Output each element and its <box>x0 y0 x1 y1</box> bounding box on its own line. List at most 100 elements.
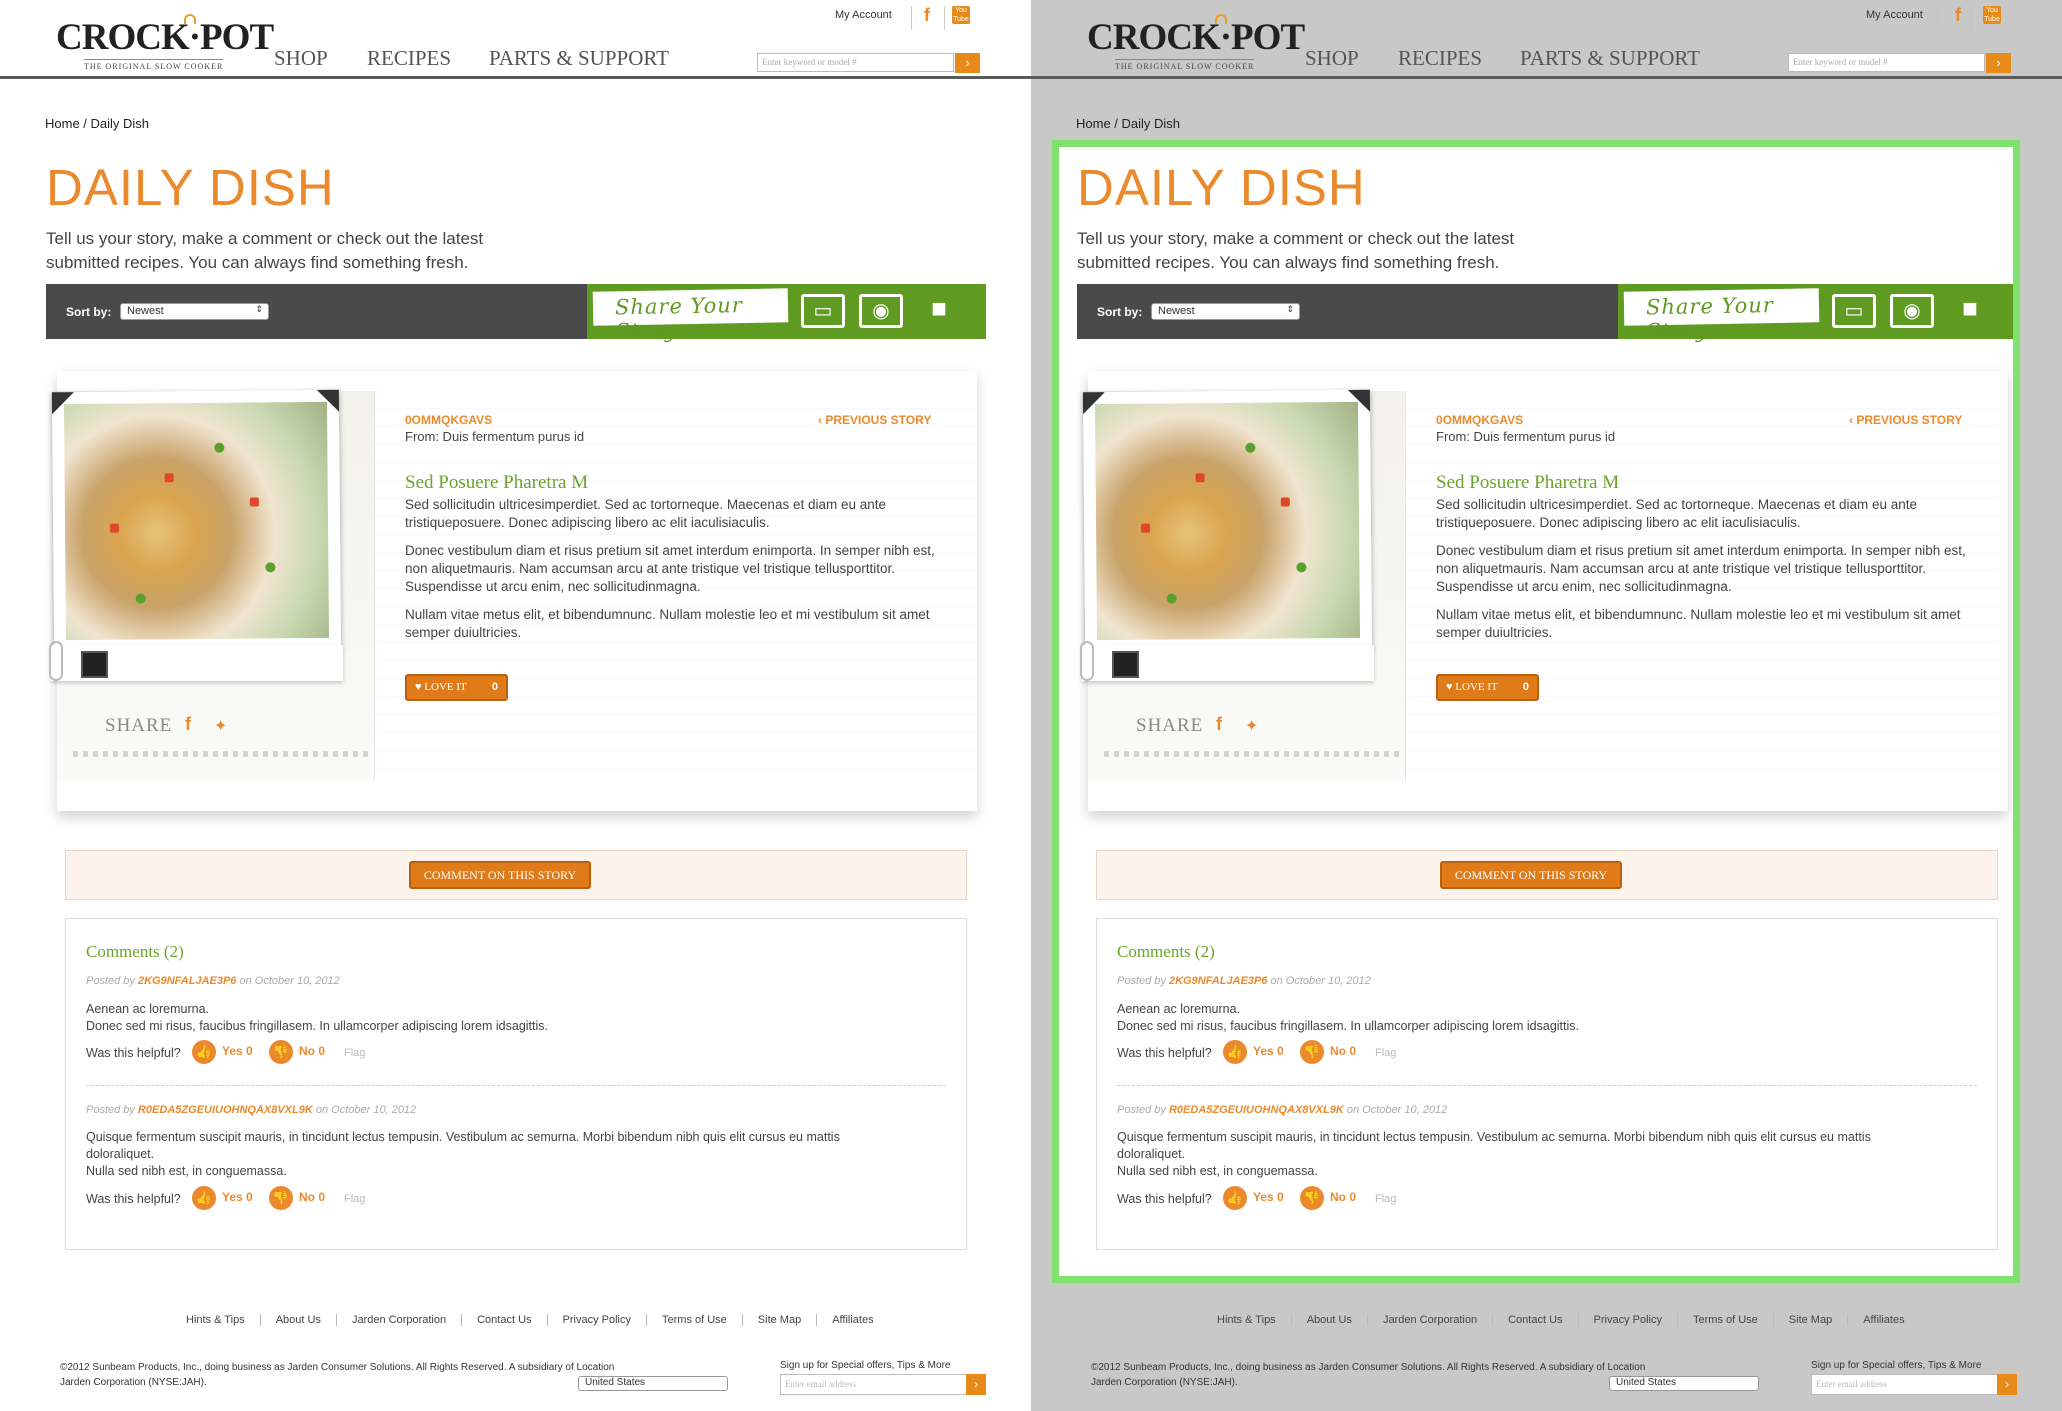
footer-link[interactable]: Hints & Tips <box>171 1314 260 1326</box>
camera-icon[interactable]: ◉ <box>859 294 903 328</box>
nav-shop[interactable]: SHOP <box>1305 46 1359 71</box>
flag-link[interactable]: Flag <box>1375 1193 1396 1205</box>
share-your-story-button[interactable]: Share Your Story <box>592 288 789 343</box>
footer-link[interactable]: Jarden Corporation <box>1366 1314 1492 1326</box>
footer-link[interactable]: Site Map <box>741 1314 816 1326</box>
thumbs-down-icon: 👎 <box>269 1186 293 1210</box>
helpful-yes-button[interactable]: 👍 Yes 0 <box>192 1040 253 1064</box>
footer-link[interactable]: Privacy Policy <box>1577 1314 1677 1326</box>
story-author[interactable]: 0OMMQKGAVS <box>405 413 492 427</box>
email-submit-button[interactable]: › <box>966 1374 986 1395</box>
photo-thumbnail[interactable] <box>1112 651 1139 678</box>
photo-thumbnail[interactable] <box>81 651 108 678</box>
breadcrumb[interactable]: Home / Daily Dish <box>45 116 149 131</box>
previous-story-link[interactable]: ‹ PREVIOUS STORY <box>818 413 931 427</box>
nav-parts-support[interactable]: PARTS & SUPPORT <box>489 46 669 71</box>
camera-icon[interactable]: ◉ <box>1890 294 1934 328</box>
nav-recipes[interactable]: RECIPES <box>367 46 451 71</box>
helpful-no-button[interactable]: 👎 No 0 <box>269 1040 325 1064</box>
helpful-yes-button[interactable]: 👍 Yes 0 <box>192 1186 253 1210</box>
youtube-icon[interactable]: You Tube <box>952 6 970 24</box>
sort-toolbar: Sort by: Newest ⇕ Share Your Story ▭ ◉ ■ <box>46 284 986 343</box>
comment-user[interactable]: R0EDA5ZGEUIUOHNQAX8VXL9K <box>138 1104 313 1116</box>
share-your-story-button[interactable]: Share Your Story <box>1623 288 1820 343</box>
comment-user[interactable]: R0EDA5ZGEUIUOHNQAX8VXL9K <box>1169 1104 1344 1116</box>
footer-link[interactable]: Site Map <box>1772 1314 1847 1326</box>
footer-link[interactable]: Privacy Policy <box>546 1314 646 1326</box>
love-label: LOVE IT <box>1455 681 1498 693</box>
footer-link[interactable]: Terms of Use <box>1677 1314 1773 1326</box>
photo-corner <box>1347 389 1371 412</box>
flag-link[interactable]: Flag <box>344 1193 365 1205</box>
email-submit-button[interactable]: › <box>1997 1374 2017 1395</box>
page-original: CROCK·POT THE ORIGINAL SLOW COOKER SHOP … <box>0 0 1031 1411</box>
facebook-icon[interactable]: f <box>918 5 936 25</box>
paperclip-icon <box>1080 641 1094 681</box>
nav-shop[interactable]: SHOP <box>274 46 328 71</box>
helpful-yes-button[interactable]: 👍 Yes 0 <box>1223 1186 1284 1210</box>
country-select[interactable]: United States <box>578 1376 728 1391</box>
story-from: From: Duis fermentum purus id <box>1436 429 1616 444</box>
country-select[interactable]: United States <box>1609 1376 1759 1391</box>
search-input[interactable]: Enter keyword or model # <box>757 53 954 72</box>
facebook-share-icon[interactable]: f <box>1216 714 1222 735</box>
crockpot-logo[interactable]: CROCK·POT THE ORIGINAL SLOW COOKER <box>1087 14 1305 72</box>
footer-link[interactable]: Affiliates <box>816 1314 888 1326</box>
footer-link[interactable]: Terms of Use <box>646 1314 742 1326</box>
comment-text: Nulla sed nibh est, in conguemassa. <box>86 1164 287 1178</box>
love-it-button[interactable]: ♥ LOVE IT 0 <box>405 674 508 701</box>
comment-user[interactable]: 2KG9NFALJAE3P6 <box>138 975 236 987</box>
twitter-share-icon[interactable]: ✦ <box>1245 716 1258 736</box>
book-icon[interactable]: ▭ <box>801 294 845 328</box>
video-camera-icon[interactable]: ■ <box>1948 294 1992 328</box>
footer-link[interactable]: About Us <box>1290 1314 1367 1326</box>
helpful-label: Was this helpful? <box>86 1192 181 1206</box>
helpful-no-button[interactable]: 👎 No 0 <box>1300 1186 1356 1210</box>
helpful-no-button[interactable]: 👎 No 0 <box>269 1186 325 1210</box>
twitter-share-icon[interactable]: ✦ <box>214 716 227 736</box>
footer-link[interactable]: Affiliates <box>1847 1314 1919 1326</box>
flag-link[interactable]: Flag <box>1375 1047 1396 1059</box>
paperclip-icon <box>49 641 63 681</box>
comment-cta-box: COMMENT ON THIS STORY <box>1096 850 1998 900</box>
book-icon[interactable]: ▭ <box>1832 294 1876 328</box>
comment-text: Donec sed mi risus, faucibus fringillase… <box>86 1019 548 1033</box>
comment-cta-box: COMMENT ON THIS STORY <box>65 850 967 900</box>
helpful-no-button[interactable]: 👎 No 0 <box>1300 1040 1356 1064</box>
footer-link[interactable]: Jarden Corporation <box>335 1314 461 1326</box>
crockpot-logo[interactable]: CROCK·POT THE ORIGINAL SLOW COOKER <box>56 14 274 72</box>
footer-link[interactable]: About Us <box>259 1314 336 1326</box>
helpful-yes-button[interactable]: 👍 Yes 0 <box>1223 1040 1284 1064</box>
footer-link[interactable]: Hints & Tips <box>1202 1314 1291 1326</box>
search-input[interactable]: Enter keyword or model # <box>1788 53 1985 72</box>
video-camera-icon[interactable]: ■ <box>917 294 961 328</box>
my-account-link[interactable]: My Account <box>835 9 892 21</box>
comment-user[interactable]: 2KG9NFALJAE3P6 <box>1169 975 1267 987</box>
nav-parts-support[interactable]: PARTS & SUPPORT <box>1520 46 1700 71</box>
copyright: ©2012 Sunbeam Products, Inc., doing busi… <box>1091 1362 1646 1388</box>
comment-divider <box>1117 1085 1977 1086</box>
facebook-share-icon[interactable]: f <box>185 714 191 735</box>
sort-select[interactable]: Newest ⇕ <box>1151 303 1300 320</box>
perforation-divider <box>1104 751 1404 757</box>
share-label: SHARE <box>105 715 173 736</box>
search-button[interactable]: › <box>955 53 980 73</box>
youtube-icon[interactable]: You Tube <box>1983 6 2001 24</box>
story-author[interactable]: 0OMMQKGAVS <box>1436 413 1523 427</box>
email-input[interactable]: Enter email address <box>780 1374 967 1395</box>
facebook-icon[interactable]: f <box>1949 5 1967 25</box>
email-input[interactable]: Enter email address <box>1811 1374 1998 1395</box>
comment-on-story-button[interactable]: COMMENT ON THIS STORY <box>409 861 591 889</box>
sort-select[interactable]: Newest ⇕ <box>120 303 269 320</box>
footer-link[interactable]: Contact Us <box>461 1314 546 1326</box>
love-it-button[interactable]: ♥ LOVE IT 0 <box>1436 674 1539 701</box>
footer-link[interactable]: Contact Us <box>1492 1314 1577 1326</box>
nav-recipes[interactable]: RECIPES <box>1398 46 1482 71</box>
search-button[interactable]: › <box>1986 53 2011 73</box>
my-account-link[interactable]: My Account <box>1866 9 1923 21</box>
divider <box>911 6 912 30</box>
breadcrumb[interactable]: Home / Daily Dish <box>1076 116 1180 131</box>
flag-link[interactable]: Flag <box>344 1047 365 1059</box>
previous-story-link[interactable]: ‹ PREVIOUS STORY <box>1849 413 1962 427</box>
comment-on-story-button[interactable]: COMMENT ON THIS STORY <box>1440 861 1622 889</box>
